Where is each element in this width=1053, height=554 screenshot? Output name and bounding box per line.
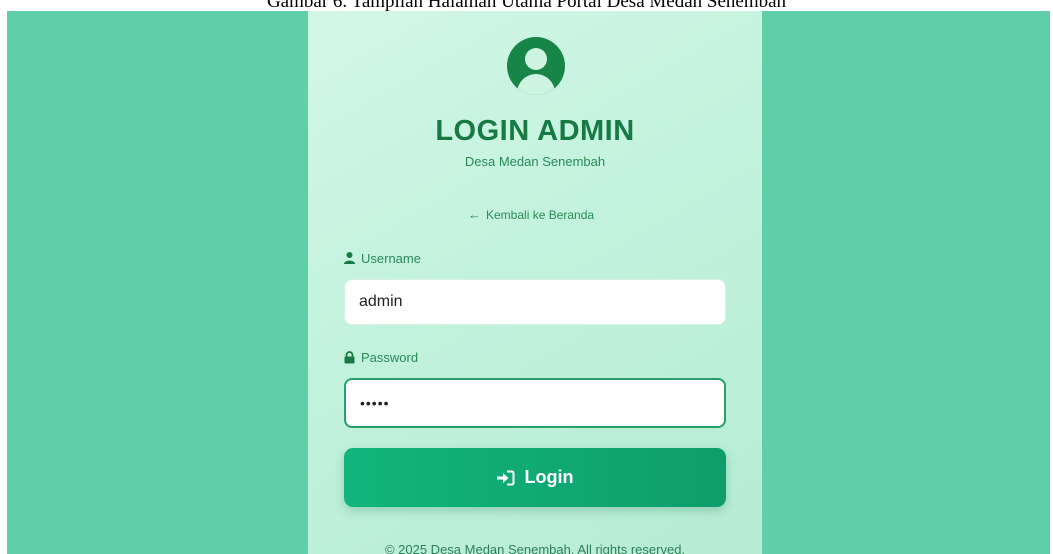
login-page: LOGIN ADMIN Desa Medan Senembah ← Kembal…: [7, 11, 1050, 554]
sign-in-icon: [496, 470, 515, 486]
footer-copyright: © 2025 Desa Medan Senembah. All rights r…: [384, 542, 686, 554]
username-label: Username: [344, 250, 421, 266]
password-label-text: Password: [361, 349, 419, 365]
arrow-left-icon: ←: [468, 207, 481, 222]
user-circle-icon: [507, 37, 565, 95]
back-link-label: Kembali ke Beranda: [486, 208, 595, 222]
user-icon: [344, 252, 355, 264]
username-input[interactable]: [344, 279, 726, 325]
login-button-label: Login: [524, 467, 574, 487]
username-label-text: Username: [361, 250, 421, 266]
back-to-home-link[interactable]: ← Kembali ke Beranda: [468, 207, 594, 223]
lock-icon: [344, 350, 355, 364]
login-panel: LOGIN ADMIN Desa Medan Senembah ← Kembal…: [308, 11, 762, 554]
password-label: Password: [344, 349, 418, 365]
password-input[interactable]: [344, 378, 726, 428]
login-button[interactable]: Login: [344, 448, 726, 507]
login-subtitle: Desa Medan Senembah: [464, 154, 606, 169]
login-title: LOGIN ADMIN: [435, 115, 635, 147]
